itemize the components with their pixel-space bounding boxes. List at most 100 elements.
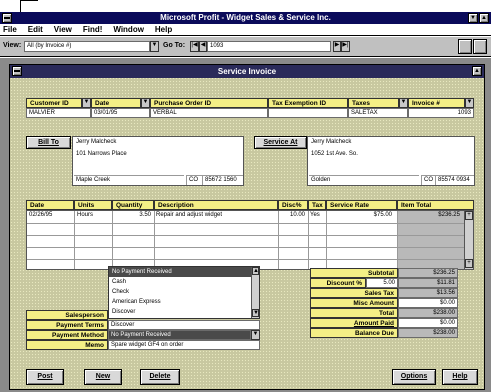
goto-input[interactable]: 1093 — [207, 41, 331, 52]
date-field[interactable]: 03/01/95 — [91, 108, 150, 118]
service-at-street[interactable]: 1052 1st Ave. So. — [309, 150, 469, 159]
line-date[interactable]: 02/26/95 — [27, 211, 71, 220]
menu-window[interactable]: Window — [113, 25, 144, 34]
goto-prev-icon[interactable]: ◀ — [199, 41, 207, 52]
goto-label: Go To: — [163, 42, 186, 49]
view-label: View: — [3, 42, 22, 49]
goto-first-icon[interactable]: |◀ — [190, 41, 199, 52]
service-at-state[interactable]: CO — [421, 175, 435, 185]
line-scrollbar[interactable]: + + — [464, 211, 473, 269]
view-dropdown-icon[interactable]: ▼ — [150, 41, 159, 52]
misc-amount-field[interactable]: $0.00 — [398, 298, 458, 308]
list-scrollbar[interactable]: ▲ ▼ — [251, 267, 259, 318]
line-tax[interactable]: Yes — [308, 211, 325, 220]
tax-exempt-field[interactable] — [268, 108, 348, 118]
payment-terms-label: Payment Terms — [26, 320, 108, 330]
minimize-icon[interactable]: ▼ — [468, 13, 478, 23]
invoice-number-label: Invoice # — [408, 98, 465, 108]
goto-next-icon[interactable]: ▶ — [333, 41, 341, 52]
menu-view[interactable]: View — [54, 25, 72, 34]
bill-to-button[interactable]: Bill To — [26, 136, 71, 149]
taxes-dropdown-icon[interactable]: ▼ — [399, 98, 408, 108]
line-disc[interactable]: 10.00 — [278, 211, 306, 220]
tool-button-2-icon[interactable] — [473, 39, 487, 54]
po-label: Purchase Order ID — [150, 98, 268, 108]
memo-label: Memo — [26, 340, 108, 350]
payment-option[interactable]: Discover — [109, 307, 259, 317]
line-quantity[interactable]: 3.50 — [113, 211, 152, 220]
po-field[interactable]: VERBAL — [150, 108, 268, 118]
goto-last-icon[interactable]: ▶| — [341, 41, 350, 52]
view-select[interactable]: All (by Invoice #) — [24, 41, 150, 52]
invoice-dropdown-icon[interactable]: ▼ — [465, 98, 474, 108]
grid-line — [27, 247, 473, 248]
discount-amount-value: $11.81 — [398, 278, 458, 288]
bill-to-street[interactable]: 101 Narrows Place — [74, 150, 234, 159]
col-description-header: Description — [154, 200, 278, 210]
payment-option[interactable]: Cash — [109, 277, 259, 287]
tool-button-1-icon[interactable] — [458, 39, 472, 54]
toolbar: View: All (by Invoice #) ▼ Go To: |◀ ◀ 1… — [0, 37, 491, 57]
scroll-down-icon[interactable]: + — [465, 259, 473, 268]
memo-field[interactable]: Spare widget GF4 on order — [108, 340, 260, 350]
payment-method-dropdown-icon[interactable]: ▼ — [251, 330, 260, 340]
payment-option-selected[interactable]: No Payment Received — [109, 267, 259, 277]
total-label: Total — [310, 308, 398, 318]
customer-id-dropdown-icon[interactable]: ▼ — [82, 98, 91, 108]
bill-to-name[interactable]: Jerry Malcheck — [74, 138, 234, 147]
menu-find[interactable]: Find! — [83, 25, 103, 34]
amount-paid-label: Amount Paid — [310, 318, 398, 328]
app-title-bar: Microsoft Profit - Widget Sales & Servic… — [0, 12, 491, 24]
options-button[interactable]: Options — [392, 369, 436, 385]
invoice-window: Service Invoice ▲ Customer ID ▼ Date ▼ P… — [9, 64, 485, 390]
delete-button[interactable]: Delete — [140, 369, 180, 385]
discount-pct-field[interactable]: 5.00 — [366, 278, 398, 288]
payment-method-label: Payment Method — [26, 330, 108, 340]
service-at-zip[interactable]: 85574 0934 — [435, 175, 474, 185]
payment-method-field[interactable]: No Payment Received — [108, 330, 251, 340]
col-quantity-header: Quantity — [112, 200, 154, 210]
line-description[interactable]: Repair and adjust widget — [154, 211, 276, 220]
maximize-icon[interactable]: ▲ — [479, 13, 489, 23]
grid-line — [27, 259, 473, 260]
customer-id-label: Customer ID — [26, 98, 82, 108]
help-button[interactable]: Help — [442, 369, 478, 385]
subtotal-label: Subtotal — [310, 268, 398, 278]
payment-dropdown-list[interactable]: No Payment Received Cash Check American … — [108, 266, 260, 319]
menu-bar: File Edit View Find! Window Help — [0, 24, 491, 36]
payment-terms-field[interactable]: Discover — [108, 320, 260, 330]
line-rate[interactable]: $75.00 — [327, 211, 394, 220]
callout-line — [20, 0, 38, 1]
menu-edit[interactable]: Edit — [28, 25, 43, 34]
line-units[interactable]: Hours — [75, 211, 111, 220]
sales-tax-value: $13.56 — [398, 288, 458, 298]
menu-file[interactable]: File — [3, 25, 17, 34]
list-scroll-down-icon[interactable]: ▼ — [252, 309, 259, 317]
balance-due-label: Balance Due — [310, 328, 398, 338]
service-at-button[interactable]: Service At — [254, 136, 307, 149]
menu-help[interactable]: Help — [155, 25, 172, 34]
line-total[interactable]: $236.25 — [398, 211, 462, 220]
new-button[interactable]: New — [84, 369, 122, 385]
bill-to-state[interactable]: CO — [186, 175, 202, 185]
total-value: $238.00 — [398, 308, 458, 318]
post-button[interactable]: Post — [26, 369, 64, 385]
scroll-up-icon[interactable]: + — [465, 211, 473, 220]
date-calendar-icon[interactable]: ▼ — [141, 98, 150, 108]
payment-option[interactable]: Check — [109, 287, 259, 297]
invoice-number-field[interactable]: 1093 — [408, 108, 474, 118]
col-units-header: Units — [74, 200, 112, 210]
amount-paid-field[interactable]: $0.00 — [398, 318, 458, 328]
list-scroll-up-icon[interactable]: ▲ — [252, 267, 259, 275]
window-maximize-icon[interactable]: ▲ — [472, 66, 482, 76]
col-total-header: Item Total — [397, 200, 474, 210]
taxes-field[interactable]: SALETAX — [348, 108, 408, 118]
balance-due-value: $238.00 — [398, 328, 458, 338]
col-tax-header: Tax — [308, 200, 326, 210]
bill-to-zip[interactable]: 85672 1560 — [202, 175, 243, 185]
service-at-city[interactable]: Golden — [309, 175, 419, 185]
service-at-name[interactable]: Jerry Malcheck — [309, 138, 469, 147]
payment-option[interactable]: American Express — [109, 297, 259, 307]
bill-to-city[interactable]: Maple Creek — [74, 175, 184, 185]
customer-id-field[interactable]: MALVIER — [26, 108, 91, 118]
